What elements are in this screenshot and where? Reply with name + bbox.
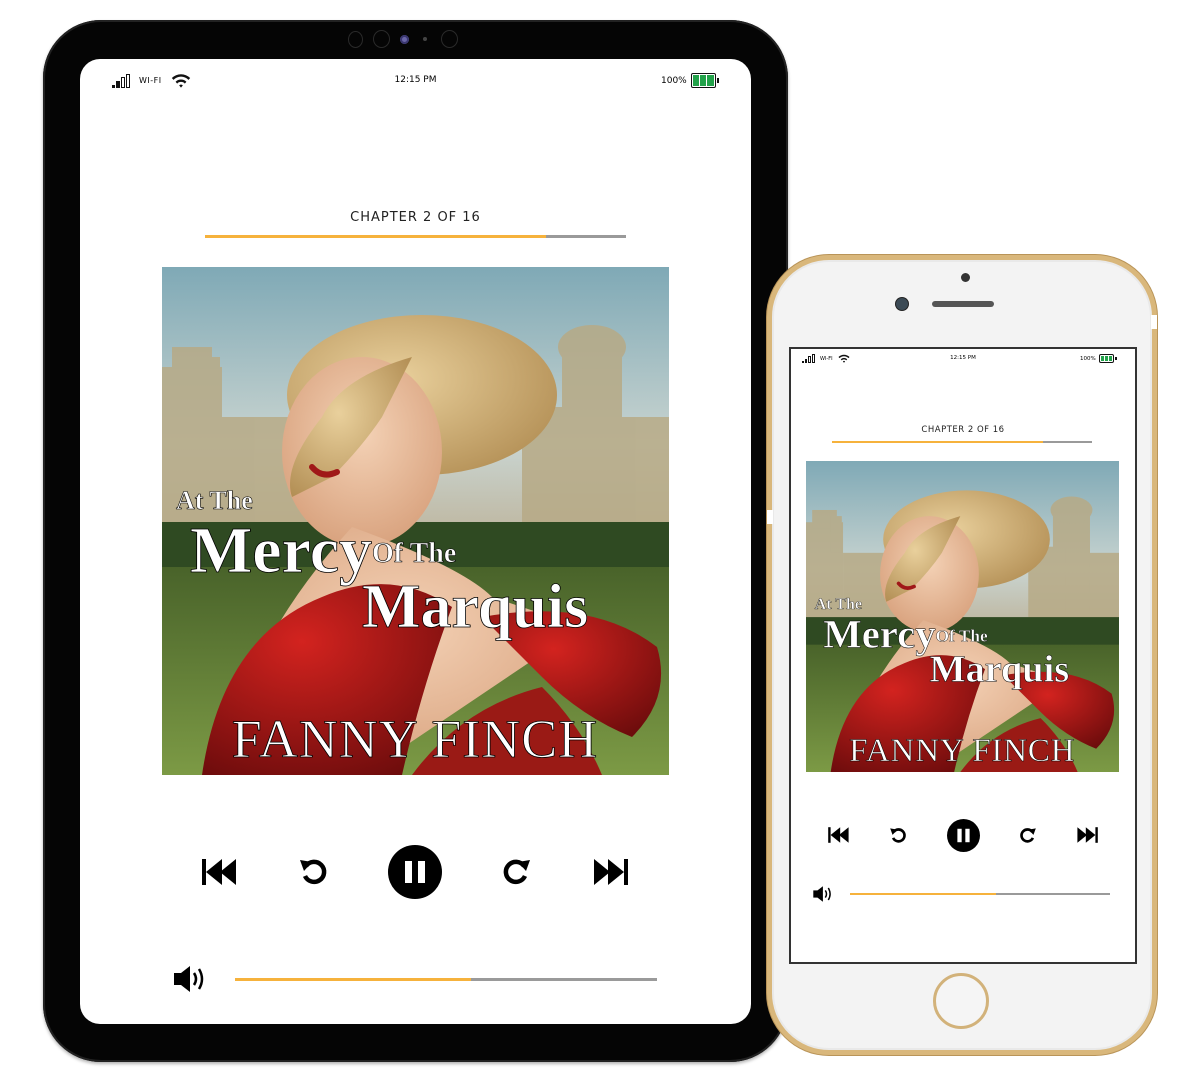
rotate-ccw-icon [300,859,327,885]
rewind-button[interactable] [298,856,330,888]
speaker-volume-icon[interactable] [812,885,835,903]
rewind-button[interactable] [889,826,908,845]
chapter-progress-fill [205,235,546,238]
status-time: 12:15 PM [394,75,437,85]
antenna-band [1151,315,1157,329]
pause-icon [946,818,980,852]
pause-button[interactable] [946,818,980,852]
playback-controls [200,844,630,900]
forward-button[interactable] [500,856,532,888]
cover-title-line-1: At The [176,486,253,515]
status-right: 100% [661,73,719,88]
skip-next-button[interactable] [590,857,630,887]
battery-percent: 100% [661,75,687,86]
skip-back-icon [828,827,849,843]
pause-button[interactable] [388,845,442,899]
sensor-icon [373,30,390,48]
cover-author: FANNY FINCH [849,732,1075,769]
chapter-progress-bar[interactable] [205,235,626,238]
cover-title-line-1: At The [815,596,862,613]
skip-forward-icon [1077,827,1098,843]
battery-full-icon [690,73,719,88]
sensor-icon [441,30,458,48]
home-button[interactable] [933,973,989,1029]
cover-title-line-3: Of The [936,627,988,646]
rotate-cw-icon [1019,827,1036,843]
volume-row [172,964,210,994]
volume-fill [235,978,472,981]
cover-title-line-4: Marquis [362,573,588,641]
chapter-label: CHAPTER 2 OF 16 [350,210,481,225]
speaker-volume-icon[interactable] [172,964,210,994]
cover-title-line-4: Marquis [929,649,1069,691]
rotate-cw-icon [503,859,530,885]
volume-fill [850,893,996,895]
cover-author: FANNY FINCH [232,709,599,769]
earpiece-speaker [932,301,994,307]
chapter-progress-fill [832,441,1043,443]
front-camera-icon [896,298,908,310]
front-camera-icon [400,34,409,44]
skip-back-icon [202,859,236,885]
volume-slider[interactable] [850,893,1110,895]
cover-art: At The Mercy Of The Marquis FANNY FINCH [806,461,1119,772]
book-cover: At The Mercy Of The Marquis FANNY FINCH [162,267,669,775]
skip-previous-button[interactable] [200,857,240,887]
chapter-progress-bar[interactable] [832,441,1092,443]
sensor-dot-icon [423,37,427,41]
antenna-band [767,510,773,524]
chapter-label: CHAPTER 2 OF 16 [921,425,1005,435]
tablet-sensor-bar [348,30,458,48]
cover-art: At The Mercy Of The Marquis FANNY FINCH [162,267,669,775]
skip-previous-button[interactable] [827,826,851,844]
cover-title-line-3: Of The [372,538,456,569]
battery-percent: 100% [1080,355,1096,362]
tablet-screen: WI-FI 12:15 PM 100% CHAPTER 2 OF 16 At T… [80,59,751,1024]
forward-button[interactable] [1018,826,1037,845]
battery-full-icon [1098,354,1117,363]
phone-device: WI-FI 12:15 PM 100% CHAPTER 2 OF 16 At T… [767,255,1157,1055]
skip-forward-icon [594,859,628,885]
pause-icon [388,845,442,899]
rotate-ccw-icon [890,827,907,843]
skip-next-button[interactable] [1075,826,1099,844]
volume-row [812,885,835,903]
phone-screen: WI-FI 12:15 PM 100% CHAPTER 2 OF 16 At T… [789,347,1137,964]
tablet-device: WI-FI 12:15 PM 100% CHAPTER 2 OF 16 At T… [43,20,788,1062]
volume-slider[interactable] [235,978,657,981]
cover-title-line-2: Mercy [190,514,372,587]
cover-title-line-2: Mercy [823,612,935,657]
status-right: 100% [1080,354,1117,363]
sensor-icon [348,30,363,48]
book-cover: At The Mercy Of The Marquis FANNY FINCH [806,461,1119,772]
playback-controls [827,818,1099,852]
proximity-sensor-icon [961,273,970,282]
